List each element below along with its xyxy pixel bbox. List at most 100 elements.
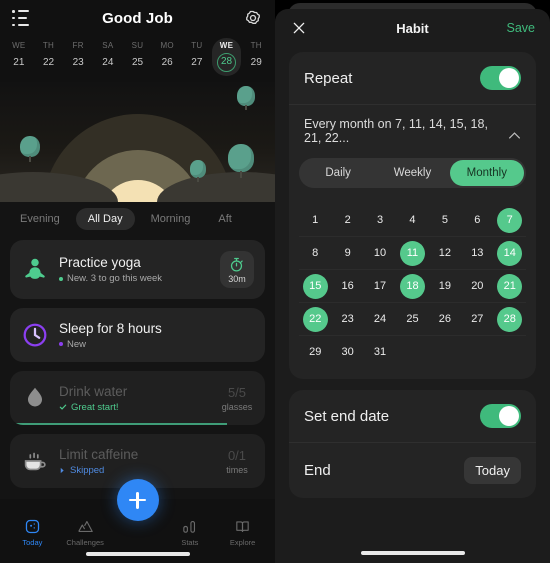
habit-status-text: Skipped [70,464,105,476]
day-number: 27 [471,312,484,325]
day-cell[interactable]: 18 [396,273,428,299]
day-of-week: MO [160,41,174,50]
habit-info: Limit caffeine Skipped [59,447,217,476]
tab-all-day[interactable]: All Day [75,208,135,230]
day-cell[interactable]: 5 [429,208,461,233]
week-day[interactable]: TH 29 [241,38,271,76]
habit-name: Drink water [59,383,128,399]
day-cell[interactable]: 26 [429,307,461,332]
habit-card-drink-water[interactable]: Drink water Great start! 5/5 glasses [10,371,265,425]
nav-item-explore[interactable]: Explore [216,518,269,547]
freq-option-monthly[interactable]: Monthly [449,160,524,186]
timer-badge[interactable]: 30m [220,251,254,288]
day-cell[interactable]: 1 [299,208,331,233]
day-cell-empty [461,340,493,365]
week-day-selected[interactable]: WE 28 [211,38,242,76]
week-day[interactable]: TH 22 [34,38,64,76]
month-day-picker[interactable]: 1 2 3 4 5 6 7 8 9 10 11 12 13 14 15 16 1… [289,198,536,379]
day-number: 6 [474,213,481,226]
day-cell[interactable]: 23 [331,307,363,332]
day-of-week: WE [12,41,26,50]
day-cell[interactable]: 4 [396,208,428,233]
open-book-icon [236,521,249,533]
day-cell[interactable]: 21 [494,273,526,299]
day-cell[interactable]: 29 [299,340,331,365]
week-day[interactable]: FR 23 [63,38,93,76]
day-cell[interactable]: 24 [364,307,396,332]
tab-morning[interactable]: Morning [139,208,203,230]
close-x-icon[interactable] [291,20,307,36]
day-number: 5 [441,213,448,226]
week-day-strip[interactable]: WE 21 TH 22 FR 23 SA 24 SU 25 MO 26 TU 2… [0,36,275,82]
week-day[interactable]: SU 25 [123,38,153,76]
habit-card-practice-yoga[interactable]: Practice yoga New. 3 to go this week 30m [10,240,265,299]
day-cell[interactable]: 19 [429,274,461,299]
day-cell[interactable]: 7 [494,207,526,233]
repeat-label: Repeat [304,69,353,87]
end-value-row[interactable]: End Today [289,443,536,498]
day-cell[interactable]: 17 [364,274,396,299]
nav-item-today[interactable]: Today [6,518,59,547]
nav-item-stats[interactable]: Stats [164,518,217,547]
set-end-date-toggle[interactable] [480,404,521,428]
day-number-selected: 18 [399,273,425,299]
day-cell[interactable]: 16 [331,274,363,299]
gear-icon[interactable] [243,8,263,28]
day-cell[interactable]: 30 [331,340,363,365]
habit-count[interactable]: 0/1 times [217,448,257,475]
day-cell[interactable]: 28 [494,306,526,332]
week-day[interactable]: SA 24 [93,38,123,76]
habit-info: Sleep for 8 hours New [59,321,217,350]
day-cell[interactable]: 31 [364,340,396,365]
habit-list: Practice yoga New. 3 to go this week 30m [0,240,275,488]
add-habit-button[interactable] [116,479,159,521]
day-cell[interactable]: 3 [364,208,396,233]
day-cell[interactable]: 13 [461,241,493,266]
day-cell[interactable]: 15 [299,273,331,299]
day-number: 21 [13,57,25,68]
repeat-summary-row[interactable]: Every month on 7, 11, 14, 15, 18, 21, 22… [289,105,536,156]
habit-action[interactable]: 30m [217,251,257,288]
chevron-up-icon[interactable] [508,127,521,139]
habit-count[interactable]: 5/5 glasses [217,385,257,412]
freq-option-weekly[interactable]: Weekly [375,160,449,186]
day-cell-empty [494,340,526,365]
tab-evening[interactable]: Evening [8,208,72,230]
water-drop-icon [20,383,50,413]
save-button[interactable]: Save [507,21,536,35]
day-cell[interactable]: 9 [331,241,363,266]
day-number: 24 [373,312,387,325]
habit-status: Skipped [59,465,217,476]
day-cell[interactable]: 20 [461,274,493,299]
day-number-selected: 7 [497,207,523,233]
bottom-bar: Today Challenges Stats Explore [0,479,275,563]
day-cell[interactable]: 12 [429,241,461,266]
week-day[interactable]: TU 27 [182,38,212,76]
tab-afternoon[interactable]: Aft [206,208,243,230]
day-cell[interactable]: 22 [299,306,331,332]
day-cell[interactable]: 25 [396,307,428,332]
habit-card-sleep-for-8-hours[interactable]: Sleep for 8 hours New [10,308,265,362]
habit-status-text: New. 3 to go this week [67,273,163,284]
day-cell[interactable]: 14 [494,240,526,266]
day-cell[interactable]: 11 [396,240,428,266]
repeat-toggle[interactable] [480,66,521,90]
repeat-toggle-row[interactable]: Repeat [289,52,536,105]
freq-option-daily[interactable]: Daily [301,160,375,186]
day-cell[interactable]: 6 [461,208,493,233]
nav-item-challenges[interactable]: Challenges [59,518,112,547]
skip-arrow-icon [60,467,64,473]
week-day[interactable]: MO 26 [152,38,182,76]
end-date-value-chip[interactable]: Today [464,457,521,484]
list-menu-icon[interactable] [12,10,30,26]
week-day[interactable]: WE 21 [4,38,34,76]
progress-underline [10,423,227,425]
period-tab-bar[interactable]: Evening All Day Morning Aft [0,202,275,240]
day-cell[interactable]: 10 [364,241,396,266]
day-cell[interactable]: 2 [331,208,363,233]
set-end-date-row[interactable]: Set end date [289,390,536,443]
habit-name: Sleep for 8 hours [59,320,162,336]
day-cell[interactable]: 27 [461,307,493,332]
frequency-segmented-control[interactable]: Daily Weekly Monthly [299,158,526,188]
day-cell[interactable]: 8 [299,241,331,266]
